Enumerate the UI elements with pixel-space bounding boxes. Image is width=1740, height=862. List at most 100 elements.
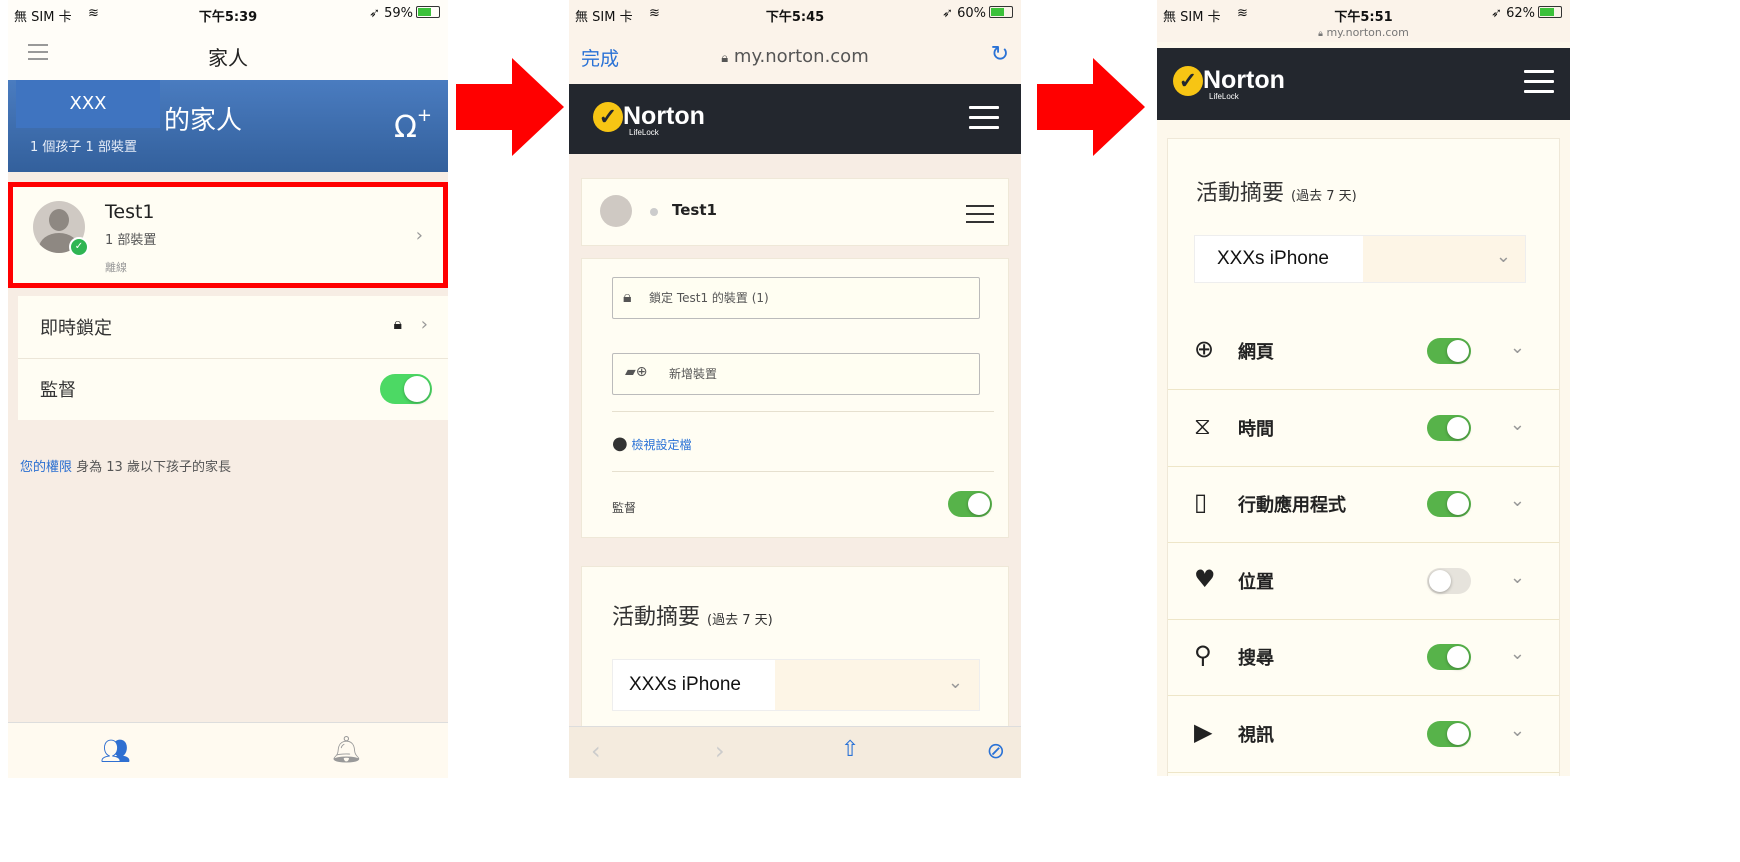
- supervise-toggle[interactable]: [948, 491, 992, 517]
- rule-row-globe[interactable]: ⊕ 網頁 ⌄: [1168, 313, 1559, 390]
- padlock-icon: 🔒︎: [623, 287, 632, 306]
- rule-row-location-pin[interactable]: ♥ 位置 ⌄: [1168, 543, 1559, 620]
- forward-icon[interactable]: ›: [715, 737, 725, 765]
- video-icon: ▶: [1194, 717, 1213, 746]
- child-devices: 1 部裝置: [105, 233, 157, 248]
- profile-menu-icon[interactable]: [966, 205, 994, 223]
- rule-row-video[interactable]: ▶ 視訊 ⌄: [1168, 696, 1559, 773]
- rule-toggle[interactable]: [1427, 644, 1471, 670]
- screen-norton-activity: 無 SIM 卡 ≋ 下午5:51 ➶ 62% 🔒︎ my.norton.com ✓…: [1157, 0, 1570, 776]
- battery-percent: 60%: [957, 6, 986, 21]
- device-select[interactable]: XXXs iPhone ⌄: [1194, 235, 1526, 283]
- share-icon[interactable]: ⇧: [841, 737, 859, 762]
- chevron-down-icon[interactable]: ⌄: [1510, 337, 1525, 358]
- device-select-value: XXXs iPhone: [629, 674, 741, 695]
- status-bar: 無 SIM 卡 ≋ 下午5:51 ➶ 62% 🔒︎ my.norton.com: [1157, 0, 1570, 42]
- norton-logo[interactable]: ✓ Norton LifeLock: [593, 102, 705, 137]
- safari-compass-icon[interactable]: ⊘: [987, 739, 1005, 764]
- activity-panel: 活動摘要 (過去 7 天) XXXs iPhone ⌄ ⊕ 網頁 ⌄ ⧖ 時間 ⌄ ▯ 行動應…: [1167, 138, 1560, 776]
- add-device-button[interactable]: ▰⊕ 新增裝置: [612, 353, 980, 395]
- brand-name: Norton: [623, 102, 705, 130]
- hourglass-icon: ⧖: [1194, 411, 1211, 440]
- battery-percent: 59%: [384, 6, 413, 21]
- child-profile-card: Test1: [581, 178, 1009, 246]
- instant-lock-row[interactable]: 即時鎖定 🔒︎ ›: [18, 296, 448, 359]
- tab-bar: 👥︎ 🔔︎: [8, 722, 448, 778]
- avatar: [600, 195, 632, 227]
- back-icon[interactable]: ‹: [591, 737, 601, 765]
- battery-icon: [989, 6, 1013, 18]
- rule-row-search[interactable]: ⚲ 搜尋 ⌄: [1168, 619, 1559, 696]
- battery-icon: [416, 6, 440, 18]
- chevron-down-icon[interactable]: ⌄: [1510, 567, 1525, 588]
- family-header: XXX 的家人 1 個孩子 1 部裝置 Ω+: [8, 80, 448, 172]
- chevron-right-icon: ›: [420, 314, 428, 335]
- view-profile-link[interactable]: ● 檢視設定檔: [612, 433, 692, 454]
- chevron-down-icon[interactable]: ⌄: [1510, 720, 1525, 741]
- lock-icon: 🔒︎: [393, 314, 402, 333]
- lock-icon: 🔒︎: [721, 51, 729, 66]
- rule-toggle[interactable]: [1427, 567, 1471, 594]
- battery-icon: [1538, 6, 1562, 18]
- rule-toggle[interactable]: [1427, 338, 1471, 364]
- norton-logo[interactable]: ✓ Norton LifeLock: [1173, 66, 1285, 101]
- lock-device-button[interactable]: 🔒︎ 鎖定 Test1 的裝置 (1): [612, 277, 980, 319]
- phone-app-icon: ▯: [1194, 488, 1208, 516]
- activity-range: (過去 7 天): [707, 613, 773, 628]
- chevron-down-icon: ⌄: [1495, 246, 1511, 267]
- rules-list: ⊕ 網頁 ⌄ ⧖ 時間 ⌄ ▯ 行動應用程式 ⌄ ♥ 位置 ⌄ ⚲ 搜尋 ⌄ ▶ 視訊 ⌄: [1168, 313, 1559, 773]
- device-select[interactable]: XXXs iPhone ⌄: [612, 659, 980, 711]
- lock-icon: 🔒︎: [1318, 29, 1323, 39]
- browser-address-bar: 完成 🔒︎ my.norton.com ↻: [569, 28, 1021, 84]
- norton-check-icon: ✓: [1173, 66, 1203, 96]
- hamburger-menu-icon[interactable]: [1524, 70, 1554, 100]
- rights-link[interactable]: 您的權限: [20, 460, 72, 475]
- child-card[interactable]: ✓ Test1 1 部裝置 離線 ›: [8, 182, 448, 288]
- add-device-icon: ▰⊕: [625, 364, 648, 380]
- chevron-down-icon[interactable]: ⌄: [1510, 414, 1525, 435]
- rule-row-phone-app[interactable]: ▯ 行動應用程式 ⌄: [1168, 466, 1559, 543]
- family-tab-icon[interactable]: 👥︎: [100, 737, 130, 765]
- activity-title: 活動摘要 (過去 7 天): [612, 599, 773, 631]
- battery-indicator: ➶ 59%: [369, 6, 440, 21]
- activity-title-text: 活動摘要: [1196, 181, 1285, 206]
- notifications-bell-icon[interactable]: 🔔︎: [330, 735, 363, 765]
- battery-indicator: ➶ 60%: [942, 6, 1013, 21]
- instant-lock-label: 即時鎖定: [40, 318, 112, 339]
- url-display[interactable]: 🔒︎ my.norton.com: [1157, 26, 1570, 39]
- supervise-toggle[interactable]: [380, 374, 432, 404]
- norton-header: ✓ Norton LifeLock: [1157, 48, 1570, 120]
- chevron-down-icon: ⌄: [947, 672, 963, 693]
- reload-icon[interactable]: ↻: [991, 42, 1009, 67]
- add-device-label: 新增裝置: [669, 367, 718, 381]
- page-title: 家人: [208, 46, 248, 70]
- url-display[interactable]: 🔒︎ my.norton.com: [569, 46, 1021, 67]
- supervise-label: 監督: [612, 501, 637, 515]
- status-bar: 無 SIM 卡 ≋ 下午5:45 ➶ 60%: [569, 0, 1021, 28]
- hamburger-menu-icon[interactable]: [969, 106, 999, 136]
- chevron-down-icon[interactable]: ⌄: [1510, 490, 1525, 511]
- chevron-down-icon[interactable]: ⌄: [1510, 643, 1525, 664]
- rule-row-hourglass[interactable]: ⧖ 時間 ⌄: [1168, 390, 1559, 467]
- location-pin-icon: ♥: [1194, 564, 1216, 593]
- person-icon: ●: [612, 433, 628, 454]
- url-text: my.norton.com: [733, 46, 869, 67]
- family-title: 的家人: [164, 106, 243, 136]
- add-child-icon[interactable]: Ω+: [394, 105, 432, 145]
- rule-label: 搜尋: [1238, 648, 1274, 669]
- child-name: Test1: [672, 201, 717, 219]
- nav-bar: 家人: [8, 28, 448, 80]
- rule-toggle[interactable]: [1427, 720, 1471, 747]
- screen-family-app: 無 SIM 卡 ≋ 下午5:39 ➶ 59% 家人 XXX 的家人 1 個孩子 1…: [8, 0, 448, 778]
- rule-label: 行動應用程式: [1238, 495, 1346, 516]
- flow-arrow-2: [1037, 58, 1145, 156]
- rule-toggle[interactable]: [1427, 491, 1471, 517]
- supervise-row: 監督: [18, 358, 448, 420]
- actions-card: 🔒︎ 鎖定 Test1 的裝置 (1) ▰⊕ 新增裝置 ● 檢視設定檔 監督: [581, 258, 1009, 538]
- brand-name: Norton: [1203, 66, 1285, 94]
- status-bar: 無 SIM 卡 ≋ 下午5:39 ➶ 59%: [8, 0, 448, 28]
- chevron-right-icon: ›: [415, 225, 423, 246]
- screen-norton-web: 無 SIM 卡 ≋ 下午5:45 ➶ 60% 完成 🔒︎ my.norton.co…: [569, 0, 1021, 778]
- rule-label: 網頁: [1238, 342, 1274, 363]
- rule-toggle[interactable]: [1427, 414, 1471, 441]
